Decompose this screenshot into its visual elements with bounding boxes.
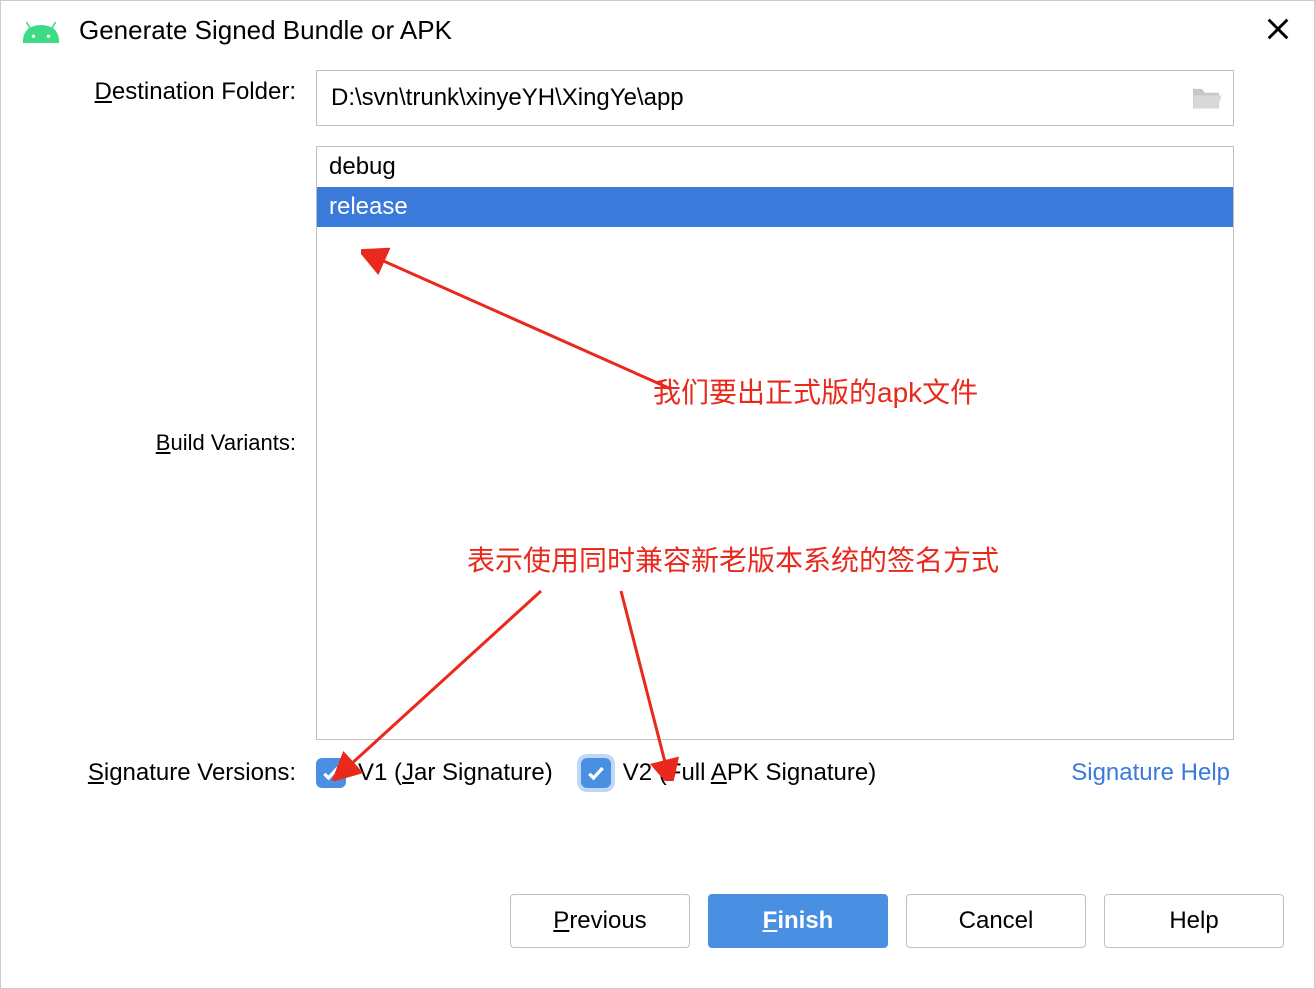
v2-signature-label: V2 (Full APK Signature): [623, 759, 876, 787]
dialog-button-row: Previous Finish Cancel Help: [1, 874, 1314, 968]
help-button[interactable]: Help: [1104, 894, 1284, 948]
signature-versions-label: Signature Versions:: [31, 759, 316, 787]
destination-folder-input[interactable]: [316, 70, 1234, 126]
v2-signature-checkbox[interactable]: V2 (Full APK Signature): [581, 758, 876, 788]
previous-button[interactable]: Previous: [510, 894, 690, 948]
signature-help-link[interactable]: Signature Help: [1071, 759, 1230, 787]
build-variant-debug[interactable]: debug: [317, 147, 1233, 187]
destination-folder-label: Destination Folder:: [31, 70, 316, 106]
destination-folder-row: Destination Folder:: [31, 70, 1284, 126]
close-button[interactable]: [1264, 15, 1292, 43]
v1-signature-label: V1 (Jar Signature): [358, 759, 553, 787]
cancel-button[interactable]: Cancel: [906, 894, 1086, 948]
build-variants-label: Build Variants:: [31, 146, 316, 740]
checkbox-checked-icon: [581, 758, 611, 788]
browse-folder-icon[interactable]: [1190, 85, 1222, 111]
checkbox-checked-icon: [316, 758, 346, 788]
window-title: Generate Signed Bundle or APK: [79, 15, 452, 46]
build-variant-release[interactable]: release: [317, 187, 1233, 227]
v1-signature-checkbox[interactable]: V1 (Jar Signature): [316, 758, 553, 788]
signature-versions-row: Signature Versions: V1 (Jar Signature) V…: [31, 758, 1284, 788]
build-variants-row: Build Variants: debug release: [31, 146, 1284, 740]
finish-button[interactable]: Finish: [708, 894, 888, 948]
android-icon: [23, 16, 59, 46]
titlebar: Generate Signed Bundle or APK: [1, 1, 1314, 60]
build-variants-listbox[interactable]: debug release: [316, 146, 1234, 740]
